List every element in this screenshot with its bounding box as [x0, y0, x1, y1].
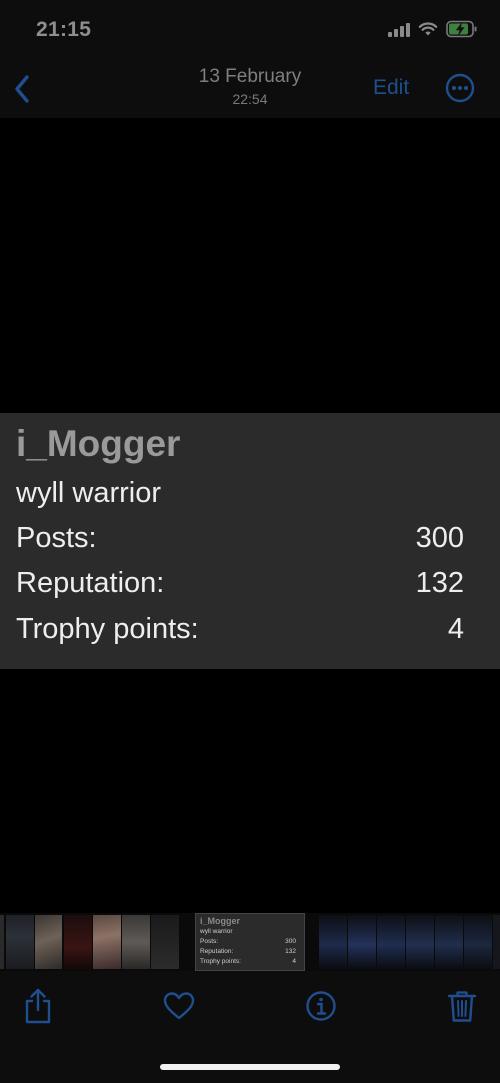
status-icons [388, 20, 478, 38]
thumbnail[interactable] [319, 915, 347, 969]
heart-icon [163, 992, 195, 1020]
home-indicator[interactable] [160, 1064, 340, 1070]
nav-subtitle-time: 22:54 [232, 91, 268, 107]
stat-row-posts: Posts: 300 [16, 522, 464, 558]
more-options-button[interactable] [445, 73, 475, 103]
info-icon [306, 991, 336, 1021]
thumbnail[interactable] [151, 915, 179, 969]
status-bar: 21:15 [0, 0, 500, 60]
thumbnail[interactable] [493, 915, 500, 969]
info-button[interactable] [304, 988, 338, 1024]
stat-value: 132 [415, 567, 464, 599]
thumbnail-username: i_Mogger [200, 916, 241, 926]
thumbnail[interactable] [35, 915, 62, 969]
delete-button[interactable] [445, 988, 479, 1024]
thumbnail[interactable] [348, 915, 376, 969]
thumbnail-stat-label: Reputation: [200, 948, 234, 955]
share-button[interactable] [21, 988, 55, 1024]
stat-label: Posts: [16, 522, 97, 554]
nav-title-date: 13 February [198, 66, 302, 87]
thumbnail-stat-value: 300 [285, 938, 296, 945]
thumbnail[interactable] [377, 915, 405, 969]
photo-viewer-screen: 21:15 13 February 22:54 Edit i_Mogger wy… [0, 0, 500, 1083]
profile-username: i_Mogger [16, 423, 181, 464]
thumbnail-strip[interactable]: i_Mogger wyll warrior Posts: 300 Reputat… [0, 913, 500, 971]
thumbnail[interactable] [64, 915, 92, 969]
profile-stats-card: i_Mogger wyll warrior Posts: 300 Reputat… [0, 413, 500, 669]
thumbnail[interactable] [0, 915, 4, 969]
profile-user-title: wyll warrior [16, 477, 161, 509]
thumbnail[interactable] [93, 915, 121, 969]
wifi-icon [418, 22, 438, 36]
status-time: 21:15 [36, 18, 92, 41]
edit-button[interactable]: Edit [373, 76, 409, 100]
thumbnail-stat-value: 132 [285, 948, 296, 955]
stat-label: Reputation: [16, 567, 165, 599]
stat-label: Trophy points: [16, 613, 199, 645]
bottom-toolbar [0, 971, 500, 1083]
stat-row-reputation: Reputation: 132 [16, 567, 464, 603]
trash-icon [447, 991, 477, 1022]
cellular-signal-icon [388, 21, 410, 37]
thumbnail-stat-value: 4 [292, 958, 296, 965]
thumbnail-stat-label: Posts: [200, 938, 219, 945]
thumbnail[interactable] [122, 915, 150, 969]
stat-value: 4 [447, 613, 464, 645]
thumbnail[interactable] [464, 915, 492, 969]
navigation-bar: 13 February 22:54 Edit [0, 60, 500, 118]
thumbnail[interactable] [435, 915, 463, 969]
share-icon [25, 988, 51, 1024]
stat-row-trophy-points: Trophy points: 4 [16, 613, 464, 649]
thumbnail[interactable] [406, 915, 434, 969]
stat-value: 300 [415, 522, 464, 554]
battery-charging-icon [446, 20, 477, 38]
thumbnail-stat-label: Trophy points: [200, 958, 241, 965]
favorite-button[interactable] [162, 988, 196, 1024]
thumbnail-user-title: wyll warrior [200, 928, 233, 935]
thumbnail-selected[interactable]: i_Mogger wyll warrior Posts: 300 Reputat… [195, 913, 305, 971]
ellipsis-circle-icon [445, 73, 475, 103]
thumbnail[interactable] [6, 915, 34, 969]
photo-canvas[interactable]: i_Mogger wyll warrior Posts: 300 Reputat… [0, 118, 500, 913]
